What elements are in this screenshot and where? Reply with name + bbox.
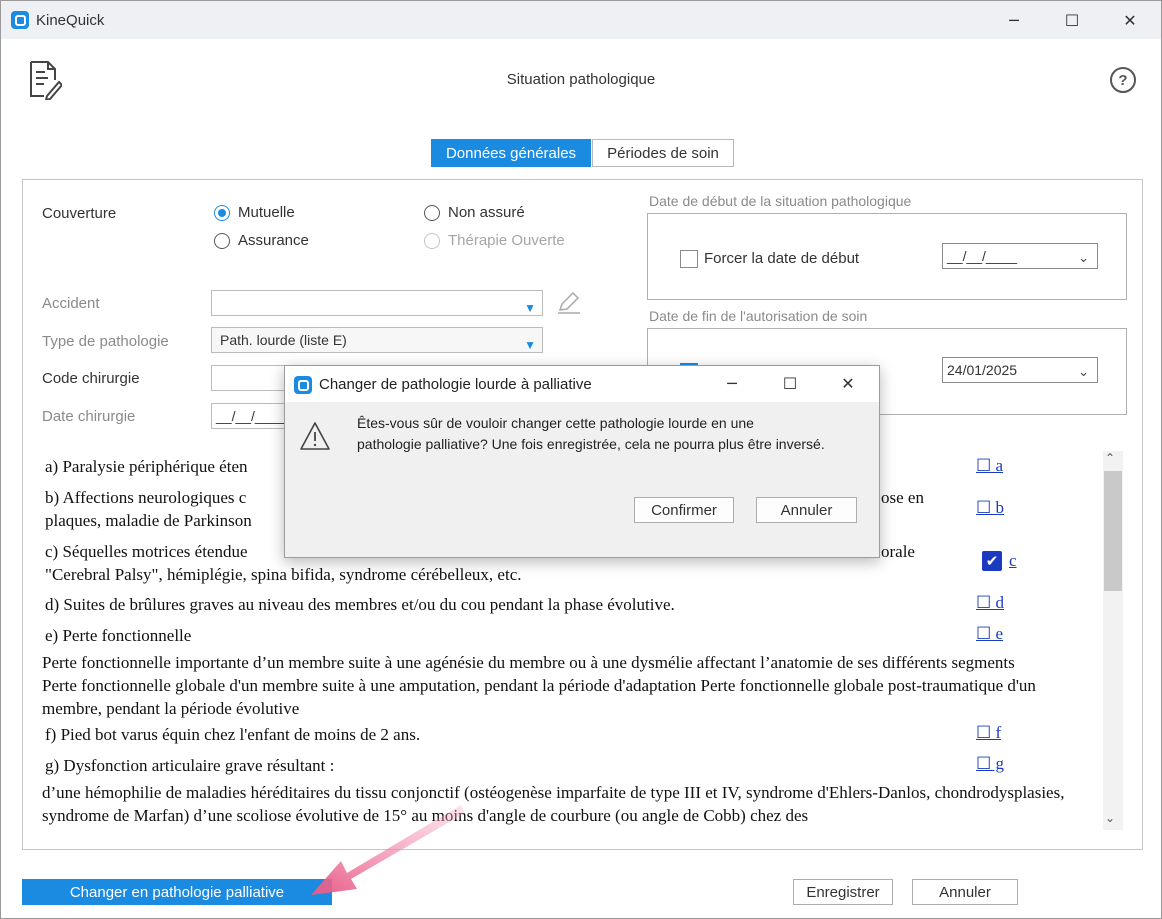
radio-mutuelle-label: Mutuelle (238, 204, 295, 221)
chevron-down-icon: ⌄ (1078, 250, 1089, 265)
criterion-b-text-tail: ose en (881, 488, 924, 507)
date-fin-legend: Date de fin de l'autorisation de soin (649, 308, 868, 324)
chevron-down-icon: ⌄ (1078, 364, 1089, 379)
criterion-e-description: Perte fonctionnelle importante d’un memb… (42, 653, 1036, 718)
criterion-g-description: d’une hémophilie de maladies héréditaire… (42, 783, 1065, 825)
dialog-minimize-button[interactable]: ─ (709, 365, 755, 401)
close-icon: ✕ (1123, 10, 1137, 30)
criterion-c-text: c) Séquelles motrices étendue (45, 542, 248, 561)
dialog-confirm-button[interactable]: Confirmer (634, 497, 734, 523)
date-chirurgie-input[interactable]: __/__/____ (211, 403, 291, 429)
maximize-icon: ☐ (1064, 10, 1080, 30)
scroll-up-icon[interactable]: ⌃ (1105, 451, 1115, 465)
app-window: KineQuick ─ ☐ ✕ Situation pathologique ?… (0, 0, 1162, 919)
date-fin-picker[interactable]: 24/01/2025 ⌄ (942, 357, 1098, 383)
minimize-icon: ─ (727, 373, 737, 393)
radio-therapie-ouverte-label: Thérapie Ouverte (448, 232, 565, 249)
criterion-a-link[interactable]: ☐ a (976, 456, 1003, 476)
dialog-title-bar: Changer de pathologie lourde à palliativ… (285, 366, 879, 402)
scroll-down-icon[interactable]: ⌄ (1105, 811, 1115, 825)
annotation-arrow-icon (311, 805, 465, 895)
dropdown-arrow-icon: ▼ (524, 301, 536, 315)
scrollbar-thumb[interactable] (1104, 471, 1122, 591)
date-debut-picker[interactable]: __/__/____ ⌄ (942, 243, 1098, 269)
criterion-e-link[interactable]: ☐ e (976, 624, 1003, 644)
criterion-b-text-2: plaques, maladie de Parkinson (45, 511, 252, 530)
couverture-label: Couverture (42, 205, 117, 222)
criterion-d-text: d) Suites de brûlures graves au niveau d… (45, 595, 675, 614)
criterion-a-text: a) Paralysie périphérique éten (45, 457, 248, 476)
criterion-g-link[interactable]: ☐ g (976, 754, 1004, 774)
radio-non-assure[interactable] (424, 205, 440, 221)
criterion-g-clip: d’une hémophilie de maladies héréditaire… (41, 781, 1103, 829)
code-chirurgie-label: Code chirurgie (42, 370, 140, 387)
help-icon[interactable]: ? (1110, 67, 1136, 93)
title-bar: KineQuick ─ ☐ ✕ (1, 1, 1161, 39)
dialog-title: Changer de pathologie lourde à palliativ… (319, 376, 592, 393)
code-chirurgie-input[interactable] (211, 365, 291, 391)
dialog-cancel-button[interactable]: Annuler (756, 497, 857, 523)
dialog-close-button[interactable]: ✕ (825, 365, 871, 401)
pencil-icon[interactable] (557, 292, 581, 314)
minimize-icon: ─ (1009, 10, 1019, 30)
close-icon: ✕ (841, 373, 855, 393)
dialog-message-line2: pathologie palliative? Une fois enregist… (357, 436, 825, 452)
dropdown-arrow-icon: ▼ (524, 338, 536, 352)
dialog-message-line1: Êtes-vous sûr de vouloir changer cette p… (357, 415, 754, 431)
confirm-dialog: Changer de pathologie lourde à palliativ… (284, 365, 880, 558)
type-pathologie-select[interactable]: Path. lourde (liste E) ▼ (211, 327, 543, 353)
criterion-c-text-tail: orale (881, 542, 915, 561)
close-button[interactable]: ✕ (1107, 1, 1153, 39)
maximize-icon: ☐ (782, 373, 798, 393)
page-title: Situation pathologique (506, 71, 656, 88)
window-title: KineQuick (36, 12, 105, 29)
app-logo-icon (11, 11, 29, 29)
tab-donnees-generales[interactable]: Données générales (431, 139, 591, 167)
radio-non-assure-label: Non assuré (448, 204, 525, 221)
dialog-maximize-button[interactable]: ☐ (767, 365, 813, 401)
app-logo-icon (294, 376, 312, 394)
criterion-g-text: g) Dysfonction articulaire grave résulta… (45, 756, 335, 775)
cancel-button[interactable]: Annuler (912, 879, 1018, 905)
criterion-f-text: f) Pied bot varus équin chez l'enfant de… (45, 725, 421, 744)
criterion-e-text: e) Perte fonctionnelle (45, 626, 192, 645)
criterion-b-text: b) Affections neurologiques c (45, 488, 247, 507)
criterion-d-link[interactable]: ☐ d (976, 593, 1004, 613)
accident-select[interactable]: ▼ (211, 290, 543, 316)
criterion-c-link[interactable]: c (976, 551, 1017, 571)
radio-therapie-ouverte (424, 233, 440, 249)
criterion-f-link[interactable]: ☐ f (976, 723, 1001, 743)
minimize-button[interactable]: ─ (991, 1, 1037, 39)
forcer-date-label: Forcer la date de début (704, 250, 860, 267)
radio-assurance[interactable] (214, 233, 230, 249)
type-pathologie-label: Type de pathologie (42, 333, 169, 350)
radio-mutuelle[interactable] (214, 205, 230, 221)
palliative-button[interactable]: Changer en pathologie palliative (22, 879, 332, 905)
warning-icon (300, 422, 330, 450)
save-button[interactable]: Enregistrer (793, 879, 893, 905)
criterion-c-text-2: "Cerebral Palsy", hémiplégie, spina bifi… (45, 565, 522, 584)
date-chirurgie-label: Date chirurgie (42, 408, 136, 425)
criterion-b-link[interactable]: ☐ b (976, 498, 1004, 518)
accident-label: Accident (42, 295, 100, 312)
radio-assurance-label: Assurance (238, 232, 309, 249)
date-debut-legend: Date de début de la situation pathologiq… (649, 193, 912, 209)
maximize-button[interactable]: ☐ (1049, 1, 1095, 39)
tab-periodes-de-soin[interactable]: Périodes de soin (592, 139, 734, 167)
forcer-date-checkbox[interactable] (680, 250, 698, 268)
